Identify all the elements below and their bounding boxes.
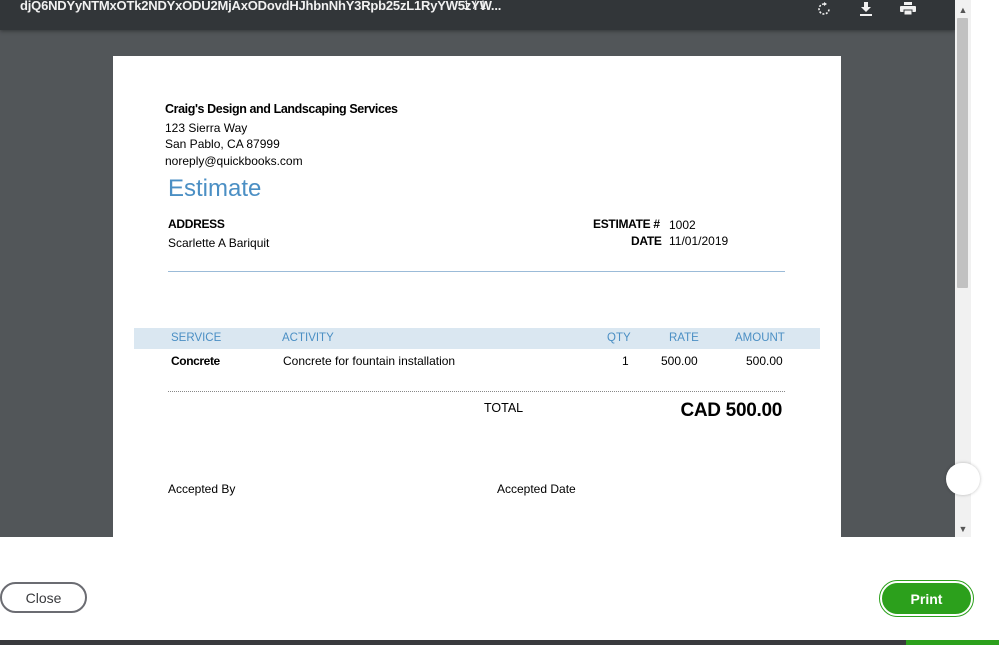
side-panel-handle[interactable]	[946, 463, 980, 495]
page-count: 1 / 1	[463, 0, 487, 12]
header-rate: RATE	[669, 332, 699, 344]
header-qty: QTY	[607, 332, 631, 344]
accepted-by-label: Accepted By	[168, 482, 236, 496]
address-label: ADDRESS	[168, 217, 225, 231]
estimate-date: 11/01/2019	[669, 234, 729, 248]
pdf-viewer: djQ6NDYyNTMxOTk2NDYxODU2MjAxODovdHJhbnNh…	[0, 0, 955, 537]
table-header: SERVICE ACTIVITY QTY RATE AMOUNT	[134, 328, 820, 349]
row-service: Concrete	[171, 354, 220, 368]
company-address-line1: 123 Sierra Way	[165, 121, 248, 135]
row-qty: 1	[622, 354, 629, 368]
estimate-number: 1002	[669, 218, 696, 232]
header-amount: AMOUNT	[735, 332, 785, 344]
estimate-number-label: ESTIMATE #	[593, 217, 660, 231]
close-button[interactable]: Close	[0, 582, 87, 613]
estimate-heading: Estimate	[168, 175, 262, 202]
scroll-thumb[interactable]	[957, 18, 968, 288]
company-email: noreply@quickbooks.com	[165, 154, 303, 168]
row-amount: 500.00	[746, 354, 783, 368]
divider	[168, 271, 785, 272]
download-icon[interactable]	[856, 0, 876, 18]
viewer-scrollbar[interactable]: ▲ ▼	[955, 0, 971, 537]
rotate-icon[interactable]	[814, 0, 834, 18]
scroll-down-arrow-icon[interactable]: ▼	[955, 521, 971, 537]
dotted-divider	[168, 391, 785, 392]
estimate-page: Craig's Design and Landscaping Services …	[113, 56, 841, 537]
print-button[interactable]: Print	[879, 580, 974, 617]
header-activity: ACTIVITY	[282, 332, 334, 344]
date-label: DATE	[631, 234, 662, 248]
header-service: SERVICE	[171, 332, 222, 344]
bottom-accent	[906, 640, 999, 645]
scroll-up-arrow-icon[interactable]: ▲	[955, 2, 971, 18]
viewer-toolbar: djQ6NDYyNTMxOTk2NDYxODU2MjAxODovdHJhbnNh…	[0, 0, 955, 30]
customer-name: Scarlette A Bariquit	[168, 236, 270, 250]
total-value: CAD 500.00	[680, 400, 782, 421]
document-title: djQ6NDYyNTMxOTk2NDYxODU2MjAxODovdHJhbnNh…	[20, 0, 502, 13]
total-label: TOTAL	[484, 401, 524, 415]
bottom-bar	[0, 640, 999, 645]
row-activity: Concrete for fountain installation	[283, 354, 456, 368]
accepted-date-label: Accepted Date	[497, 482, 576, 496]
print-icon[interactable]	[898, 0, 918, 18]
row-rate: 500.00	[661, 354, 698, 368]
company-name: Craig's Design and Landscaping Services	[165, 102, 398, 116]
company-address-line2: San Pablo, CA 87999	[165, 137, 280, 151]
